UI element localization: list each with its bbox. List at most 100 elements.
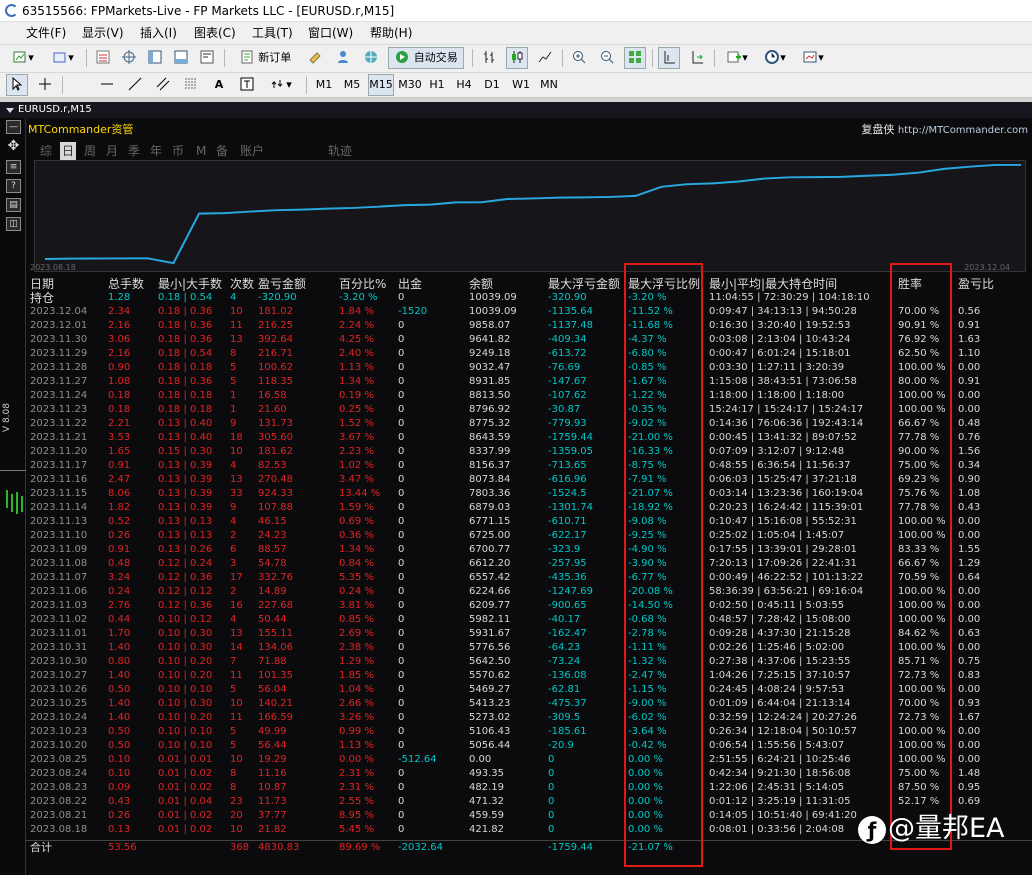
data-window-button[interactable] [118, 47, 140, 69]
header-profit[interactable]: 盈亏金额 [258, 277, 306, 291]
table-row[interactable]: 2023.10.20 0.50 0.10 | 0.10 5 56.44 1.13 % 0 50… [26, 739, 1032, 753]
header-count[interactable]: 次数 [230, 277, 254, 291]
table-row[interactable]: 2023.10.26 0.50 0.10 | 0.10 5 56.04 1.04 % 0 54… [26, 683, 1032, 697]
timeframe-m1[interactable]: M1 [312, 74, 336, 96]
table-row[interactable]: 2023.11.23 0.18 0.18 | 0.18 1 21.60 0.25 % 0 87… [26, 403, 1032, 417]
timeframe-h4[interactable]: H4 [453, 74, 475, 96]
header-hold-time[interactable]: 最小|平均|最大持仓时间 [709, 277, 837, 291]
fibonacci-button[interactable] [180, 74, 202, 96]
tab-weekly[interactable]: 周 [84, 142, 96, 160]
table-row[interactable]: 2023.10.27 1.40 0.10 | 0.20 11 101.35 1.85 % 0… [26, 669, 1032, 683]
tab-account[interactable]: 账户 [240, 142, 264, 160]
periods-button[interactable]: ▾ [758, 47, 792, 69]
chart-window-tab[interactable]: EURUSD.r,M15 [0, 102, 1032, 118]
bar-chart-button[interactable] [478, 47, 500, 69]
header-max-floating-loss[interactable]: 最大浮亏金额 [548, 277, 620, 291]
panel-menu-button[interactable]: ≡ [6, 160, 21, 174]
table-row[interactable]: 2023.11.28 0.90 0.18 | 0.18 5 100.62 1.13 % 0 9… [26, 361, 1032, 375]
chart-shift-button[interactable] [658, 47, 680, 69]
tab-magic[interactable]: M [196, 142, 206, 160]
templates-button[interactable]: ▾ [796, 47, 830, 69]
zoom-in-button[interactable] [568, 47, 590, 69]
profiles-button[interactable]: ▾ [46, 47, 80, 69]
market-watch-button[interactable] [92, 47, 114, 69]
text-label-button[interactable] [236, 74, 258, 96]
candlestick-button[interactable] [506, 47, 528, 69]
close-panel-button[interactable]: ◫ [6, 217, 21, 231]
arrows-button[interactable]: ▾ [264, 74, 298, 96]
indicators-button[interactable]: ▾ [720, 47, 754, 69]
table-row[interactable]: 2023.11.01 1.70 0.10 | 0.30 13 155.11 2.69 % 0… [26, 627, 1032, 641]
header-balance[interactable]: 余额 [469, 277, 493, 291]
hline-button[interactable] [96, 74, 118, 96]
minimize-panel-button[interactable]: — [6, 120, 21, 134]
table-row[interactable]: 2023.11.08 0.48 0.12 | 0.24 3 54.78 0.84 % 0 66… [26, 557, 1032, 571]
table-row[interactable]: 2023.11.03 2.76 0.12 | 0.36 16 227.68 3.81 % 0… [26, 599, 1032, 613]
new-order-button[interactable]: 新订单 [230, 47, 300, 69]
timeframe-mn[interactable]: MN [536, 74, 562, 96]
tab-daily[interactable]: 日 [60, 142, 77, 160]
timeframe-w1[interactable]: W1 [509, 74, 533, 96]
zoom-out-button[interactable] [596, 47, 618, 69]
tab-yearly[interactable]: 年 [150, 142, 162, 160]
signals-button[interactable] [360, 47, 382, 69]
brand-url[interactable]: http://MTCommander.com [898, 125, 1028, 136]
table-row[interactable]: 2023.12.04 2.34 0.18 | 0.36 10 181.02 1.84 % -… [26, 305, 1032, 319]
timeframe-h1[interactable]: H1 [426, 74, 448, 96]
move-panel-icon[interactable]: ✥ [6, 139, 21, 154]
table-row[interactable]: 2023.08.23 0.09 0.01 | 0.02 8 10.87 2.31 % 0 48… [26, 781, 1032, 795]
trendline-button[interactable] [124, 74, 146, 96]
header-min-max-lots[interactable]: 最小|大手数 [158, 277, 222, 291]
table-row[interactable]: 2023.10.31 1.40 0.10 | 0.30 14 134.06 2.38 % 0… [26, 641, 1032, 655]
table-row[interactable]: 2023.08.25 0.10 0.01 | 0.01 10 19.29 0.00 % -5… [26, 753, 1032, 767]
table-row[interactable]: 2023.11.02 0.44 0.10 | 0.12 4 50.44 0.85 % 0 59… [26, 613, 1032, 627]
table-row[interactable]: 2023.12.01 2.16 0.18 | 0.36 11 216.25 2.24 % 0… [26, 319, 1032, 333]
tab-monthly[interactable]: 月 [106, 142, 118, 160]
table-row[interactable]: 2023.11.27 1.08 0.18 | 0.36 5 118.35 1.34 % 0 8… [26, 375, 1032, 389]
auto-scroll-button[interactable] [686, 47, 708, 69]
tab-track[interactable]: 轨迹 [328, 142, 352, 160]
timeframe-m30[interactable]: M30 [397, 74, 423, 96]
report-button[interactable]: ▤ [6, 198, 21, 212]
table-row[interactable]: 2023.10.23 0.50 0.10 | 0.10 5 49.99 0.99 % 0 51… [26, 725, 1032, 739]
table-row[interactable]: 2023.11.16 2.47 0.13 | 0.39 13 270.48 3.47 % 0… [26, 473, 1032, 487]
menu-view[interactable]: 显示(V) [82, 22, 124, 44]
header-profit-ratio[interactable]: 盈亏比 [958, 277, 994, 291]
navigator-button[interactable] [144, 47, 166, 69]
auto-trading-button[interactable]: 自动交易 [388, 47, 464, 69]
accounts-button[interactable] [332, 47, 354, 69]
strategy-tester-button[interactable] [196, 47, 218, 69]
table-row[interactable]: 2023.11.06 0.24 0.12 | 0.12 2 14.89 0.24 % 0 62… [26, 585, 1032, 599]
text-button[interactable]: A [208, 74, 230, 96]
new-chart-button[interactable]: ▾ [6, 47, 40, 69]
table-row[interactable]: 2023.10.30 0.80 0.10 | 0.20 7 71.88 1.29 % 0 56… [26, 655, 1032, 669]
header-lots[interactable]: 总手数 [108, 277, 144, 291]
table-row[interactable]: 2023.11.10 0.26 0.13 | 0.13 2 24.23 0.36 % 0 67… [26, 529, 1032, 543]
table-row[interactable]: 2023.11.21 3.53 0.13 | 0.40 18 305.60 3.67 % 0… [26, 431, 1032, 445]
menu-tools[interactable]: 工具(T) [252, 22, 293, 44]
tab-currency[interactable]: 币 [172, 142, 184, 160]
menu-window[interactable]: 窗口(W) [308, 22, 353, 44]
table-row[interactable]: 2023.08.24 0.10 0.01 | 0.02 8 11.16 2.31 % 0 49… [26, 767, 1032, 781]
table-row[interactable]: 2023.11.17 0.91 0.13 | 0.39 4 82.53 1.02 % 0 81… [26, 459, 1032, 473]
crosshair-button[interactable] [34, 74, 56, 96]
table-row[interactable]: 2023.10.24 1.40 0.10 | 0.20 11 166.59 3.26 % 0… [26, 711, 1032, 725]
menu-charts[interactable]: 图表(C) [194, 22, 236, 44]
menu-file[interactable]: 文件(F) [26, 22, 66, 44]
timeframe-m15[interactable]: M15 [368, 74, 394, 96]
table-row[interactable]: 2023.11.13 0.52 0.13 | 0.13 4 46.15 0.69 % 0 67… [26, 515, 1032, 529]
tab-overview[interactable]: 综 [40, 142, 52, 160]
help-button[interactable]: ? [6, 179, 21, 193]
table-row[interactable]: 2023.11.24 0.18 0.18 | 0.18 1 16.58 0.19 % 0 88… [26, 389, 1032, 403]
header-win-rate[interactable]: 胜率 [898, 277, 922, 291]
header-max-floating-pct[interactable]: 最大浮亏比例 [628, 277, 700, 291]
table-row[interactable]: 2023.11.20 1.65 0.15 | 0.30 10 181.62 2.23 % 0… [26, 445, 1032, 459]
header-withdrawal[interactable]: 出金 [398, 277, 422, 291]
table-row[interactable]: 2023.11.09 0.91 0.13 | 0.26 6 88.57 1.34 % 0 67… [26, 543, 1032, 557]
table-row[interactable]: 2023.11.29 2.16 0.18 | 0.54 8 216.71 2.40 % 0 9… [26, 347, 1032, 361]
menu-insert[interactable]: 插入(I) [140, 22, 177, 44]
menu-help[interactable]: 帮助(H) [370, 22, 412, 44]
channel-button[interactable] [152, 74, 174, 96]
terminal-button[interactable] [170, 47, 192, 69]
table-row[interactable]: 2023.11.07 3.24 0.12 | 0.36 17 332.76 5.35 % 0… [26, 571, 1032, 585]
